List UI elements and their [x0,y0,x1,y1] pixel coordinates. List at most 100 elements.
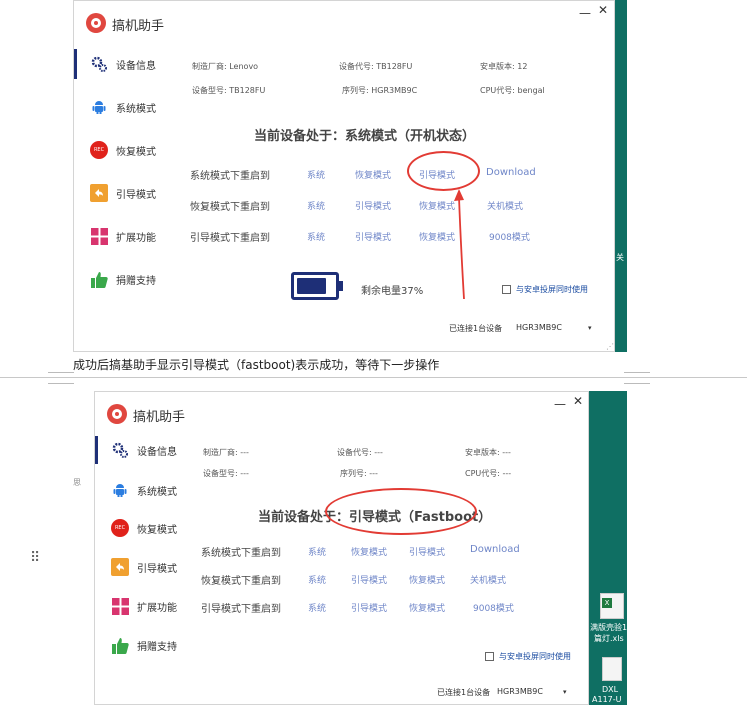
reboot-row-label: 引导模式下重启到 [201,604,281,615]
sidebar-item-label: 捐赠支持 [116,275,156,287]
chevron-down-icon[interactable]: ▾ [588,324,592,332]
desktop-background: X 满版壳验1 篇灯.xls DXL A117-U [588,391,627,705]
checkbox-label: 与安卓投屏同时使用 [499,652,571,661]
reboot-option-bootloader[interactable]: 引导模式 [409,545,445,558]
sidebar-item-label: 扩展功能 [116,232,156,244]
app-window: 搞机助手 — ✕ 设备信息 系统模式 REC 恢复模式 引导模式 扩展功能 捐赠… [94,391,589,705]
reboot-option-bootloader[interactable]: 引导模式 [355,199,391,212]
reboot-row-label: 系统模式下重启到 [190,171,270,182]
reboot-option-poweroff[interactable]: 关机模式 [487,199,523,212]
rec-icon: REC [90,141,108,159]
desktop-file-label: DXL [602,685,619,694]
sidebar-item-recovery-mode[interactable]: REC 恢复模式 [95,514,177,542]
reboot-option-system[interactable]: 系统 [308,545,326,558]
reboot-row-label: 恢复模式下重启到 [201,576,281,587]
reboot-option-system[interactable]: 系统 [307,199,325,212]
sidebar-item-boot-mode[interactable]: 引导模式 [74,179,156,207]
reboot-option-system[interactable]: 系统 [307,230,325,243]
minimize-button[interactable]: — [579,7,591,19]
app-logo [107,404,127,424]
reboot-option-recovery[interactable]: 恢复模式 [351,545,387,558]
reboot-option-bootloader[interactable]: 引导模式 [351,573,387,586]
reboot-option-9008[interactable]: 9008模式 [473,601,514,614]
sidebar-item-system-mode[interactable]: 系统模式 [95,476,177,504]
sidebar-item-donate[interactable]: 捐赠支持 [95,631,177,659]
sidebar-item-label: 捐赠支持 [137,641,177,653]
reboot-row-label: 引导模式下重启到 [190,233,270,244]
sidebar-item-extensions[interactable]: 扩展功能 [95,592,177,620]
back-arrow-icon [90,184,108,202]
highlight-oval [325,488,477,535]
desktop-file-label: 满版壳验1 [590,623,627,632]
reboot-option-system[interactable]: 系统 [307,168,325,181]
sidebar-item-label: 引导模式 [137,563,177,575]
battery-level: 剩余电量37% [361,286,424,297]
info-serial: 序列号: HGR3MB9C [342,86,418,95]
reboot-option-recovery[interactable]: 恢复模式 [355,168,391,181]
info-model: 设备型号: TB128FU [192,86,266,95]
annotation-arrow [454,189,465,300]
app-title: 搞机助手 [112,19,165,34]
info-device-code: 设备代号: --- [337,448,383,457]
checkbox-box[interactable] [485,652,494,661]
close-button[interactable]: ✕ [598,4,608,16]
info-android-version: 安卓版本: --- [465,448,511,457]
reboot-option-bootloader[interactable]: 引导模式 [355,230,391,243]
sidebar-item-extensions[interactable]: 扩展功能 [74,222,156,250]
reboot-option-bootloader[interactable]: 引导模式 [351,601,387,614]
sidebar-item-label: 扩展功能 [137,602,177,614]
reboot-row-label: 系统模式下重启到 [201,548,281,559]
thumbs-up-icon [90,270,108,288]
android-icon [90,98,108,116]
screen-mirror-checkbox[interactable]: 与安卓投屏同时使用 [502,284,588,295]
sidebar-item-device-info[interactable]: 设备信息 [74,50,156,78]
sidebar-item-device-info[interactable]: 设备信息 [95,436,177,464]
battery-icon [291,272,339,300]
connected-count: 已连接1台设备 [437,688,491,697]
close-button[interactable]: ✕ [573,395,583,407]
app-window: 搞机助手 — ✕ 设备信息 系统模式 REC 恢复模式 引导模式 扩展功能 捐赠… [73,0,615,352]
screenshot-2: X 满版壳验1 篇灯.xls DXL A117-U 搞机助手 — ✕ 设备信息 … [78,391,627,705]
reboot-option-download[interactable]: Download [470,544,520,555]
margin-mark-right [624,372,650,373]
reboot-option-recovery[interactable]: 恢复模式 [409,573,445,586]
reboot-option-poweroff[interactable]: 关机模式 [470,573,506,586]
info-model: 设备型号: --- [203,469,249,478]
device-select[interactable]: HGR3MB9C [516,323,562,332]
checkbox-box[interactable] [502,285,511,294]
info-cpu: CPU代号: --- [465,469,512,478]
reboot-option-9008[interactable]: 9008模式 [489,230,530,243]
battery-cap [339,281,343,291]
margin-mark-right [624,383,650,384]
info-serial: 序列号: --- [340,469,378,478]
page-separator [0,377,747,378]
sidebar-item-label: 系统模式 [116,103,156,115]
reboot-option-recovery[interactable]: 恢复模式 [409,601,445,614]
sidebar-item-boot-mode[interactable]: 引导模式 [95,553,177,581]
reboot-option-download[interactable]: Download [486,167,536,178]
reboot-option-system[interactable]: 系统 [308,601,326,614]
gear-icon [90,55,108,73]
drag-handle-icon[interactable]: ⠿ [30,550,40,566]
sidebar-item-label: 系统模式 [137,486,177,498]
device-state: 当前设备处于：系统模式（开机状态） [254,129,476,144]
sidebar-item-label: 设备信息 [116,60,156,72]
info-manufacturer: 制造厂商: Lenovo [192,62,259,71]
desktop-file-label: 篇灯.xls [594,634,624,643]
app-title: 搞机助手 [133,410,186,425]
back-arrow-icon [111,558,129,576]
sidebar-item-system-mode[interactable]: 系统模式 [74,93,156,121]
info-cpu: CPU代号: bengal [480,86,545,95]
screen-mirror-checkbox[interactable]: 与安卓投屏同时使用 [485,651,571,662]
sidebar-item-label: 恢复模式 [137,524,177,536]
minimize-button[interactable]: — [554,398,566,410]
desktop-edge-text: 关 [616,253,624,262]
device-select[interactable]: HGR3MB9C [497,687,543,696]
chevron-down-icon[interactable]: ▾ [563,688,567,696]
reboot-option-system[interactable]: 系统 [308,573,326,586]
sidebar-item-recovery-mode[interactable]: REC 恢复模式 [74,136,156,164]
sidebar-item-donate[interactable]: 捐赠支持 [74,265,156,293]
resize-grip: ⋰ [606,342,614,351]
grid-icon [111,597,129,615]
screenshot-1: 关 搞机助手 — ✕ 设备信息 系统模式 REC 恢复模式 引导模式 扩展功能 … [73,0,627,352]
